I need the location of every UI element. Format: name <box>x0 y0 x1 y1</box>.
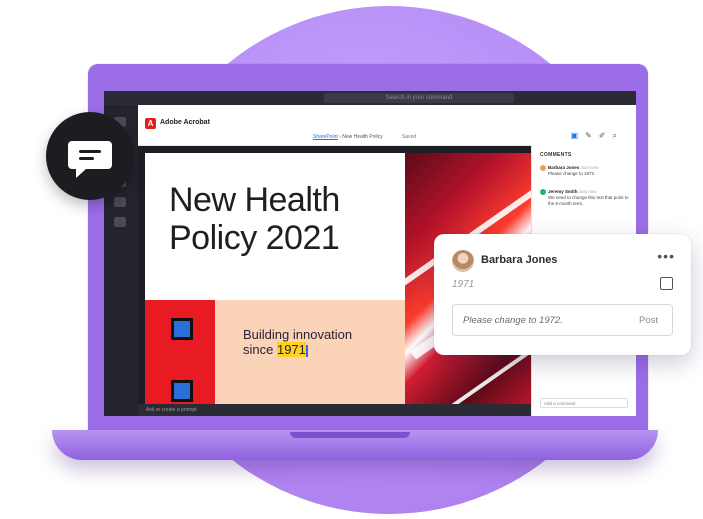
pen-icon[interactable]: ✎ <box>585 131 599 140</box>
app-title: Adobe Acrobat <box>160 119 210 126</box>
search-icon[interactable]: ⌕ <box>613 131 624 140</box>
breadcrumb-current: New Health Policy <box>342 134 383 140</box>
bottom-bar[interactable]: Ask or create a prompt <box>138 404 531 416</box>
teams-topbar: Search in your command <box>104 91 636 105</box>
acrobat-logo-icon: A <box>145 118 156 129</box>
add-comment-input[interactable]: Add a comment <box>540 398 628 408</box>
laptop-notch <box>290 432 410 438</box>
saved-status: Saved <box>402 134 417 140</box>
comment-item[interactable]: Barbara Jones Just now Please change to … <box>540 165 632 177</box>
toolbar-icons: ▣✎✐⌕ <box>571 131 624 141</box>
text-cursor <box>305 344 308 357</box>
avatar <box>452 250 474 272</box>
chat-icon <box>68 141 112 178</box>
reply-text: Please change to 1972. <box>463 315 563 326</box>
chat-bubble[interactable] <box>46 112 134 200</box>
highlighted-text[interactable]: 1971 <box>276 342 306 357</box>
comments-heading: COMMENTS <box>540 152 572 158</box>
comment-author: Barbara Jones <box>481 254 558 266</box>
acrobat-header: A Adobe Acrobat SharePoint › New Health … <box>138 105 636 146</box>
avatar <box>540 165 546 171</box>
checkbox-icon[interactable] <box>660 277 673 290</box>
comment-item[interactable]: Jeremy Smith Just now We need to change … <box>540 189 632 207</box>
window-graphic <box>171 380 193 402</box>
highlighter-icon[interactable]: ✐ <box>599 131 613 140</box>
breadcrumb-link[interactable]: SharePoint <box>313 134 338 140</box>
quoted-text: 1971 <box>452 279 475 290</box>
avatar <box>540 189 546 195</box>
document-red-block <box>145 300 215 410</box>
breadcrumb: SharePoint › New Health Policy <box>313 134 383 140</box>
comment-tool-icon[interactable]: ▣ <box>571 131 586 140</box>
top-search-input[interactable]: Search in your command <box>324 93 514 103</box>
rail-item-apps-icon[interactable] <box>114 217 126 227</box>
reply-input[interactable]: Please change to 1972. Post <box>452 304 673 336</box>
document-title: New Health Policy 2021 <box>169 181 340 257</box>
comment-card: Barbara Jones ••• 1971 Please change to … <box>434 234 691 355</box>
document-page: New Health Policy 2021 Building innovati… <box>145 153 405 413</box>
window-graphic <box>171 318 193 340</box>
document-subtitle[interactable]: Building innovation since 1971 <box>243 327 352 357</box>
more-icon[interactable]: ••• <box>657 248 675 264</box>
post-button[interactable]: Post <box>639 315 658 326</box>
